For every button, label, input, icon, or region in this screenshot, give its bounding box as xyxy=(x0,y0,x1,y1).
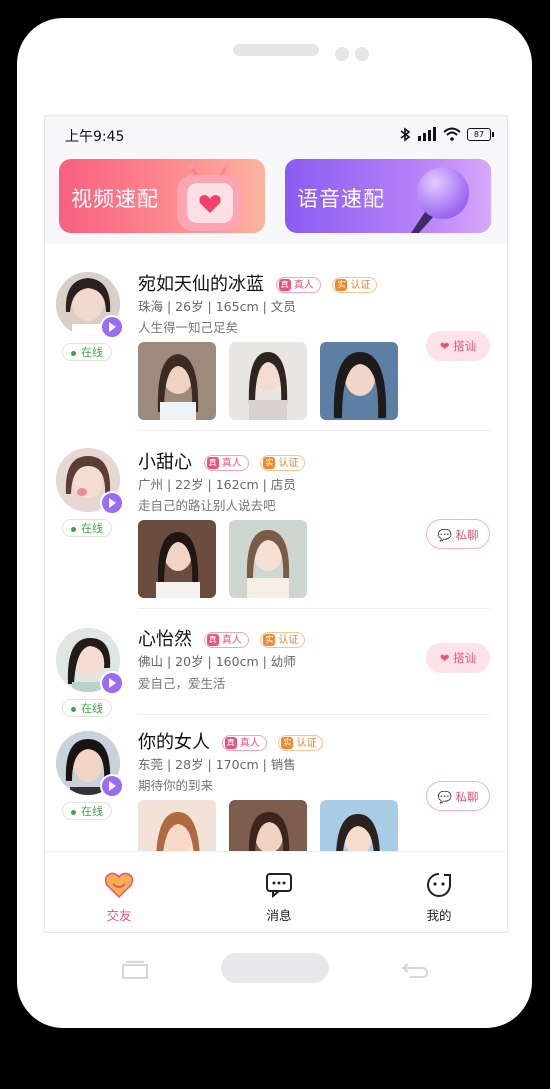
tab-profile-label: 我的 xyxy=(426,908,452,923)
real-person-tag: 真真人 xyxy=(203,455,249,471)
status-bar: 上午9:45 87 xyxy=(45,116,507,154)
user-photo[interactable] xyxy=(229,342,307,420)
user-name-row: 你的女人 真真人 实认证 xyxy=(138,728,324,754)
video-match-banner[interactable]: 视频速配 xyxy=(59,159,265,233)
tab-friends-label: 交友 xyxy=(106,908,132,923)
phone-sensor xyxy=(355,47,369,61)
user-name: 你的女人 xyxy=(138,732,210,753)
photo-gallery xyxy=(138,520,307,598)
online-badge: 在线 xyxy=(62,343,112,361)
home-button[interactable] xyxy=(221,953,329,983)
smile-face-icon xyxy=(427,873,451,897)
back-icon[interactable] xyxy=(400,961,430,983)
list-item[interactable]: 在线 你的女人 真真人 实认证 东莞 | 28岁 | 170cm | 销售 期待… xyxy=(45,714,507,851)
flirt-button[interactable]: ❤ 搭讪 xyxy=(426,331,490,361)
voice-play-icon[interactable] xyxy=(100,671,124,695)
avatar[interactable] xyxy=(56,628,124,695)
voice-match-label: 语音速配 xyxy=(297,187,385,211)
user-name-row: 心怡然 真真人 实认证 xyxy=(138,625,306,651)
real-person-tag: 真真人 xyxy=(275,277,321,293)
tv-heart-icon xyxy=(177,163,241,231)
phone-speaker xyxy=(233,44,319,56)
status-icons: 87 xyxy=(399,126,494,142)
user-name: 心怡然 xyxy=(138,629,192,650)
voice-play-icon[interactable] xyxy=(100,315,124,339)
verified-tag: 实认证 xyxy=(260,455,306,471)
user-info: 佛山 | 20岁 | 160cm | 幼师 xyxy=(138,654,296,669)
heart-face-icon xyxy=(104,872,134,899)
user-info: 东莞 | 28岁 | 170cm | 销售 xyxy=(138,757,296,772)
real-person-tag: 真真人 xyxy=(221,735,267,751)
tab-messages[interactable]: 消息 xyxy=(239,872,319,924)
user-name: 宛如天仙的冰蓝 xyxy=(138,274,264,295)
verified-tag: 实认证 xyxy=(332,277,378,293)
user-photo[interactable] xyxy=(138,520,216,598)
list-item[interactable]: 在线 心怡然 真真人 实认证 佛山 | 20岁 | 160cm | 幼师 爱自己… xyxy=(45,608,507,717)
avatar[interactable] xyxy=(56,272,124,339)
bottom-tab-bar: 交友 消息 我的 xyxy=(45,851,507,932)
phone-camera xyxy=(335,47,349,61)
heart-icon: ❤ xyxy=(439,339,450,353)
heart-icon: ❤ xyxy=(439,651,450,665)
app-screen: 上午9:45 87 视频速配 语音速配 在线 宛如天仙的冰蓝 真 真人 实 认证… xyxy=(44,115,508,933)
signal-icon xyxy=(418,127,436,141)
online-badge: 在线 xyxy=(62,802,112,820)
real-person-tag: 真真人 xyxy=(203,632,249,648)
user-photo[interactable] xyxy=(138,800,216,851)
wifi-icon xyxy=(443,127,461,141)
photo-gallery xyxy=(138,342,398,420)
user-photo[interactable] xyxy=(320,800,398,851)
verified-tag: 实认证 xyxy=(260,632,306,648)
user-photo[interactable] xyxy=(229,520,307,598)
user-motto: 期待你的到来 xyxy=(138,778,214,793)
chat-bubble-icon: 💬 xyxy=(437,528,452,542)
chat-bubble-icon: 💬 xyxy=(437,790,452,804)
avatar[interactable] xyxy=(56,448,124,515)
user-photo[interactable] xyxy=(138,342,216,420)
voice-match-banner[interactable]: 语音速配 xyxy=(285,159,491,233)
status-time: 上午9:45 xyxy=(65,129,125,145)
flirt-button[interactable]: ❤ 搭讪 xyxy=(426,643,490,673)
bluetooth-icon xyxy=(400,126,411,142)
user-motto: 爱自己，爱生活 xyxy=(138,676,226,691)
user-motto: 走自己的路让别人说去吧 xyxy=(138,498,276,513)
photo-gallery xyxy=(138,800,398,851)
user-info: 广州 | 22岁 | 162cm | 店员 xyxy=(138,477,296,492)
video-match-label: 视频速配 xyxy=(71,187,159,211)
microphone-icon xyxy=(411,167,469,233)
message-icon xyxy=(266,873,292,899)
user-list: 在线 宛如天仙的冰蓝 真真人 实认证 珠海 | 26岁 | 165cm | 文员… xyxy=(45,244,507,851)
quick-match-banners: 视频速配 语音速配 xyxy=(45,154,507,244)
tab-messages-label: 消息 xyxy=(266,908,292,923)
user-name-row: 宛如天仙的冰蓝 真真人 实认证 xyxy=(138,270,378,296)
user-info: 珠海 | 26岁 | 165cm | 文员 xyxy=(138,299,296,314)
list-item[interactable]: 在线 小甜心 真真人 实认证 广州 | 22岁 | 162cm | 店员 走自己… xyxy=(45,431,507,609)
user-motto: 人生得一知己足矣 xyxy=(138,320,239,335)
tab-friends[interactable]: 交友 xyxy=(79,872,159,924)
user-name: 小甜心 xyxy=(138,452,192,473)
recent-apps-icon[interactable] xyxy=(120,961,150,983)
user-name-row: 小甜心 真真人 实认证 xyxy=(138,448,306,474)
voice-play-icon[interactable] xyxy=(100,491,124,515)
battery-icon: 87 xyxy=(467,127,494,141)
user-photo[interactable] xyxy=(229,800,307,851)
chat-button[interactable]: 💬 私聊 xyxy=(426,519,490,549)
verified-tag: 实认证 xyxy=(278,735,324,751)
chat-button[interactable]: 💬 私聊 xyxy=(426,781,490,811)
avatar[interactable] xyxy=(56,731,124,798)
online-badge: 在线 xyxy=(62,519,112,537)
user-photo[interactable] xyxy=(320,342,398,420)
voice-play-icon[interactable] xyxy=(100,774,124,798)
tab-profile[interactable]: 我的 xyxy=(399,872,479,924)
list-item[interactable]: 在线 宛如天仙的冰蓝 真真人 实认证 珠海 | 26岁 | 165cm | 文员… xyxy=(45,244,507,431)
